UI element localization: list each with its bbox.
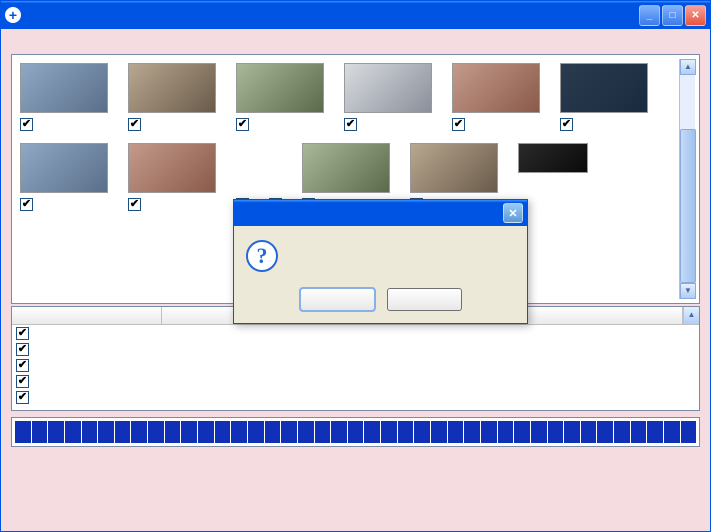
- content-area: ✔ ✔ ✔ ✔ ✔ ✔ ✔ ✔ ✔ ✔ ✔ ✔ ▲ ▼: [1, 29, 710, 531]
- close-button[interactable]: ✕: [685, 5, 706, 26]
- table-row[interactable]: ✔: [12, 357, 699, 373]
- photo-checkbox[interactable]: ✔: [20, 198, 33, 211]
- photo-thumbnail[interactable]: ✔: [128, 143, 216, 211]
- app-icon: +: [5, 7, 21, 23]
- photo-checkbox[interactable]: ✔: [344, 118, 357, 131]
- file-checkbox[interactable]: ✔: [16, 327, 29, 340]
- photo-thumbnail[interactable]: ✔: [560, 63, 648, 131]
- photo-checkbox[interactable]: ✔: [452, 118, 465, 131]
- photo-thumbnail[interactable]: ✔: [20, 143, 108, 211]
- progress-bar: [15, 421, 696, 443]
- photo-checkbox[interactable]: ✔: [236, 118, 249, 131]
- photo-thumbnail[interactable]: ✔: [128, 63, 216, 131]
- maximize-button[interactable]: □: [662, 5, 683, 26]
- photo-thumbnail[interactable]: ✔: [20, 63, 108, 131]
- confirmation-dialog: ✕ ?: [233, 199, 528, 324]
- table-row[interactable]: ✔: [12, 373, 699, 389]
- table-row[interactable]: ✔: [12, 341, 699, 357]
- table-row[interactable]: ✔: [12, 325, 699, 341]
- photo-thumbnail[interactable]: [518, 143, 588, 211]
- photo-checkbox[interactable]: ✔: [128, 118, 141, 131]
- main-window: + _ □ ✕ ✔ ✔ ✔ ✔ ✔ ✔ ✔ ✔: [0, 0, 711, 532]
- photo-checkbox[interactable]: ✔: [560, 118, 573, 131]
- titlebar: + _ □ ✕: [1, 1, 710, 29]
- file-checkbox[interactable]: ✔: [16, 359, 29, 372]
- scroll-thumb[interactable]: [680, 129, 696, 283]
- file-checkbox[interactable]: ✔: [16, 343, 29, 356]
- dialog-close-button[interactable]: ✕: [503, 203, 523, 223]
- file-checkbox[interactable]: ✔: [16, 375, 29, 388]
- photo-checkbox[interactable]: ✔: [128, 198, 141, 211]
- table-row[interactable]: ✔: [12, 389, 699, 405]
- no-button[interactable]: [387, 288, 462, 311]
- photo-scrollbar[interactable]: ▲ ▼: [679, 59, 695, 299]
- file-scroll-up-button[interactable]: ▲: [683, 307, 699, 324]
- photo-checkbox[interactable]: ✔: [20, 118, 33, 131]
- scroll-up-button[interactable]: ▲: [680, 59, 696, 75]
- scroll-down-button[interactable]: ▼: [680, 283, 696, 299]
- photo-thumbnail[interactable]: ✔: [344, 63, 432, 131]
- column-header-name[interactable]: [12, 307, 162, 324]
- progress-bar-panel: [11, 417, 700, 447]
- minimize-button[interactable]: _: [639, 5, 660, 26]
- yes-button[interactable]: [300, 288, 375, 311]
- file-list-body: ✔ ✔ ✔ ✔ ✔: [12, 325, 699, 410]
- photo-thumbnail[interactable]: ✔: [236, 63, 324, 131]
- question-icon: ?: [246, 240, 278, 272]
- dialog-titlebar: ✕: [234, 200, 527, 226]
- photo-thumbnail[interactable]: ✔: [452, 63, 540, 131]
- file-checkbox[interactable]: ✔: [16, 391, 29, 404]
